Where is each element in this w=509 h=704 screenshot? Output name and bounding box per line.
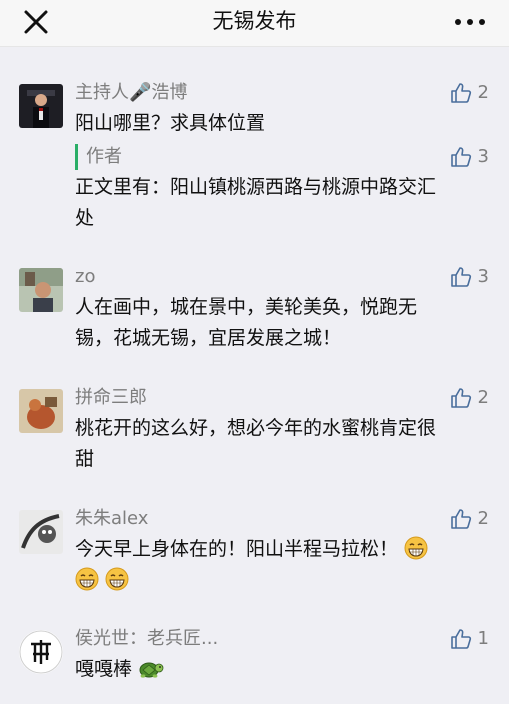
like-button[interactable]: 2 (450, 385, 489, 411)
top-bar: 无锡发布 (0, 0, 509, 47)
commenter-name: 朱朱alex (75, 508, 149, 529)
like-count: 2 (477, 508, 489, 529)
commenter-name: zo (75, 266, 96, 287)
comment-text: 今天早上身体在的！阳山半程马拉松！ (75, 534, 495, 596)
like-count: 3 (477, 146, 489, 167)
commenter-name: 拼命三郎 (75, 387, 147, 408)
avatar[interactable] (19, 84, 63, 128)
thumbs-up-icon (450, 629, 471, 649)
more-button[interactable] (453, 8, 487, 36)
comment-item: zo 3 人在画中，城在景中，美轮美奂，悦跑无 锡，花城无锡，宜居发展之城！ (0, 262, 509, 362)
thumbs-up-icon (450, 267, 471, 287)
thumbs-up-icon (450, 509, 471, 529)
more-icon (455, 19, 485, 25)
avatar[interactable] (19, 389, 63, 433)
comment-text-line: 甜 (75, 448, 95, 470)
like-count: 3 (477, 266, 489, 287)
reply-like-button[interactable]: 3 (450, 144, 489, 170)
comment-text-line: 桃花开的这么好，想必今年的水蜜桃肯定很 (75, 417, 437, 439)
thumbs-up-icon (450, 388, 471, 408)
like-button[interactable]: 2 (450, 506, 489, 532)
comment-text: 人在画中，城在景中，美轮美奂，悦跑无 锡，花城无锡，宜居发展之城！ (75, 292, 495, 354)
thumbs-up-icon (450, 83, 471, 103)
reply-text: 正文里有：阳山镇桃源西路与桃源中路交汇 处 (75, 172, 495, 234)
grinning-emoji (75, 567, 99, 591)
commenter-name: 主持人🎤浩博 (75, 82, 188, 103)
comment-text-line: 锡，花城无锡，宜居发展之城！ (75, 327, 342, 349)
turtle-emoji (139, 662, 164, 678)
comment-item: 拼命三郎 2 桃花开的这么好，想必今年的水蜜桃肯定很 甜 (0, 383, 509, 483)
emoji-line (75, 565, 495, 596)
author-reply-label: 作者 (75, 144, 122, 170)
comment-text: 嘎嘎棒 (75, 654, 495, 685)
avatar[interactable] (19, 268, 63, 312)
comment-text-line: 人在画中，城在景中，美轮美奂，悦跑无 (75, 296, 418, 318)
avatar[interactable] (19, 510, 63, 554)
avatar[interactable] (19, 630, 63, 674)
commenter-name: 侯光世：老兵匠... (75, 628, 219, 649)
reply-text-line: 正文里有：阳山镇桃源西路与桃源中路交汇 (75, 176, 437, 198)
grinning-emoji (404, 536, 428, 560)
comment-text-span: 今天早上身体在的！阳山半程马拉松！ (75, 538, 399, 560)
like-count: 2 (477, 387, 489, 408)
like-button[interactable]: 2 (450, 80, 489, 106)
thumbs-up-icon (450, 147, 471, 167)
comment-text-line: 今天早上身体在的！阳山半程马拉松！ (75, 534, 495, 565)
comment-item: 侯光世：老兵匠... 1 嘎嘎棒 (0, 624, 509, 704)
comment-item: 朱朱alex 2 今天早上身体在的！阳山半程马拉松！ (0, 504, 509, 604)
grinning-emoji (105, 567, 129, 591)
comment-text-span: 嘎嘎棒 (75, 658, 133, 680)
like-button[interactable]: 3 (450, 264, 489, 290)
reply-text-line: 处 (75, 207, 95, 229)
like-count: 1 (477, 628, 489, 649)
like-count: 2 (477, 82, 489, 103)
comment-text: 阳山哪里？求具体位置 (75, 112, 266, 134)
comment-text: 桃花开的这么好，想必今年的水蜜桃肯定很 甜 (75, 413, 495, 475)
like-button[interactable]: 1 (450, 626, 489, 652)
comment-item: 主持人🎤浩博 2 阳山哪里？求具体位置 作者 3 正文里有：阳山镇桃源西路与桃源… (0, 78, 509, 238)
page-title: 无锡发布 (212, 9, 297, 33)
